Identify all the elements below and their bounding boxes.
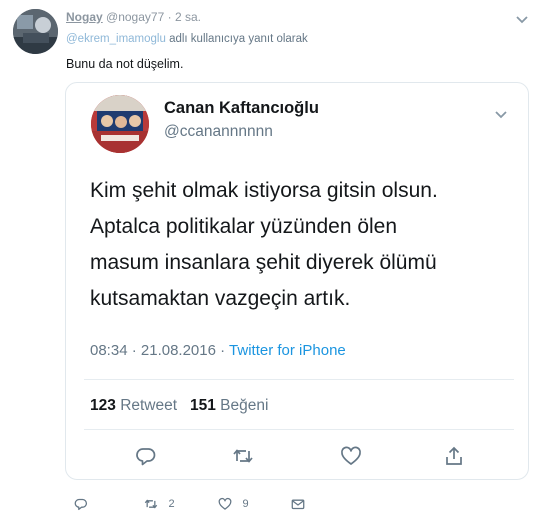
like-label[interactable]: Beğeni [220, 397, 268, 414]
quoted-tweet-metadata: 08:34 · 21.08.2016 · Twitter for iPhone [90, 342, 346, 359]
reply-context: @ekrem_imamoglu adlı kullanıcıya yanıt o… [66, 33, 308, 45]
share-icon[interactable] [443, 445, 465, 467]
quoted-text-line: Kim şehit olmak istiyorsa gitsin olsun. [90, 179, 438, 202]
quoted-text-line: kutsamaktan vazgeçin artık. [90, 287, 351, 310]
quoted-author-handle[interactable]: @ccanannnnnn [164, 123, 273, 141]
like-count[interactable]: 151 [190, 397, 216, 414]
quoted-date[interactable]: 21.08.2016 [141, 342, 216, 359]
author-name[interactable]: Nogay [66, 10, 103, 24]
heart-icon[interactable] [340, 445, 362, 467]
reply-context-text: adlı kullanıcıya yanıt olarak [165, 33, 308, 45]
quoted-time[interactable]: 08:34 [90, 342, 128, 359]
source-link[interactable]: Twitter for iPhone [229, 342, 346, 359]
author-handle[interactable]: @nogay77 [106, 10, 164, 24]
timestamp[interactable]: 2 sa. [175, 10, 201, 24]
like-button[interactable]: 9 [218, 495, 249, 512]
retweet-label[interactable]: Retweet [120, 397, 177, 414]
divider [84, 429, 514, 430]
retweet-icon [144, 495, 162, 512]
avatar[interactable] [13, 9, 58, 54]
separator: · [167, 10, 172, 24]
comment-icon[interactable] [135, 445, 157, 467]
comment-icon [74, 495, 88, 512]
envelope-icon [291, 495, 305, 512]
quoted-text-line: Aptalca politikalar yüzünden ölen [90, 215, 398, 238]
reply-mention-link[interactable]: @ekrem_imamoglu [66, 33, 166, 45]
retweet-button[interactable]: 2 [144, 495, 175, 512]
direct-message-button[interactable] [291, 495, 305, 509]
reply-button[interactable] [74, 495, 88, 512]
tweet-text: Bunu da not düşelim. [66, 57, 184, 71]
quoted-tweet-card[interactable]: Canan Kaftancıoğlu @ccanannnnnn Kim şehi… [65, 82, 529, 480]
tweet-header: Nogay @nogay77 · 2 sa. [66, 10, 201, 24]
quoted-text-line: masum insanlara şehit diyerek ölümü [90, 251, 437, 274]
retweet-count: 2 [168, 497, 175, 510]
tweet-page: Nogay @nogay77 · 2 sa. @ekrem_imamoglu a… [0, 0, 550, 514]
quoted-author-name[interactable]: Canan Kaftancıoğlu [164, 99, 319, 118]
heart-icon [218, 495, 236, 512]
retweet-icon[interactable] [232, 445, 254, 467]
retweet-count[interactable]: 123 [90, 397, 116, 414]
like-count: 9 [242, 497, 249, 510]
quoted-avatar[interactable] [91, 95, 149, 153]
quoted-tweet-stats: 123 Retweet 151 Beğeni [90, 397, 268, 415]
chevron-down-icon[interactable] [494, 107, 508, 119]
separator: · [127, 342, 141, 359]
separator: · [215, 342, 230, 359]
chevron-down-icon[interactable] [515, 12, 529, 24]
divider [84, 379, 514, 380]
quoted-tweet-text: Kim şehit olmak istiyorsa gitsin olsun. … [90, 173, 520, 317]
